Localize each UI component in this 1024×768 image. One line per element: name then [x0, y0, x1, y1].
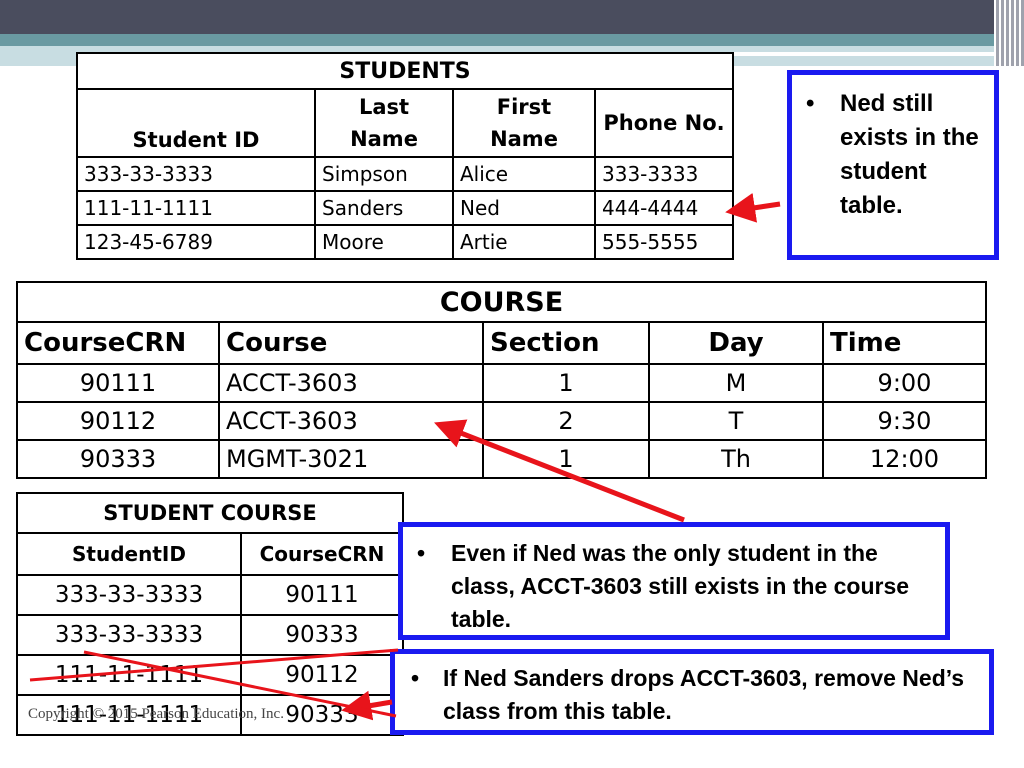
- table-cell: 333-33-3333: [16, 614, 242, 656]
- table-cell: 123-45-6789: [76, 224, 316, 260]
- table-cell: Th: [648, 439, 824, 479]
- table-cell: ACCT-3603: [218, 363, 484, 403]
- table-row: 111-11-1111 Sanders Ned 444-4444: [76, 190, 734, 226]
- column-header: First Name: [452, 88, 596, 158]
- header-bar: [0, 0, 1024, 34]
- callout-course-exists: • Even if Ned was the only student in th…: [398, 522, 950, 640]
- callout-drop: • If Ned Sanders drops ACCT-3603, remove…: [390, 649, 994, 735]
- table-cell: 9:00: [822, 363, 987, 403]
- column-header: CourseCRN: [240, 532, 404, 576]
- table-row: 333-33-3333 90333: [16, 614, 404, 656]
- table-cell: 90333: [240, 614, 404, 656]
- column-header: Section: [482, 321, 650, 365]
- callout-text: Ned still exists in the student table.: [840, 90, 979, 219]
- table-cell: 444-4444: [594, 190, 734, 226]
- table-title: COURSE: [16, 281, 987, 323]
- header-accent-bar: [0, 34, 1024, 46]
- table-cell: Simpson: [314, 156, 454, 192]
- table-row: 90111 ACCT-3603 1 M 9:00: [16, 363, 987, 403]
- table-cell: Moore: [314, 224, 454, 260]
- bullet: •: [411, 665, 420, 691]
- table-cell: ACCT-3603: [218, 401, 484, 441]
- table-row: 111-11-1111 90112: [16, 654, 404, 696]
- callout-text: Even if Ned was the only student in the …: [451, 540, 910, 632]
- table-cell: 90111: [240, 574, 404, 616]
- callout-text: If Ned Sanders drops ACCT-3603, remove N…: [443, 665, 965, 724]
- table-cell: 2: [482, 401, 650, 441]
- table-row: 90112 ACCT-3603 2 T 9:30: [16, 401, 987, 441]
- column-header: CourseCRN: [16, 321, 220, 365]
- table-cell: Ned: [452, 190, 596, 226]
- table-title: STUDENTS: [76, 52, 734, 90]
- table-row: 333-33-3333 Simpson Alice 333-3333: [76, 156, 734, 192]
- table-cell: 1: [482, 363, 650, 403]
- header-stripes: [994, 0, 1024, 66]
- column-header: Phone No.: [594, 88, 734, 158]
- table-cell: 9:30: [822, 401, 987, 441]
- table-cell: 90333: [16, 439, 220, 479]
- column-header: Student ID: [76, 88, 316, 158]
- copyright-text: Copyright © 2015 Pearson Education, Inc.: [28, 706, 284, 722]
- column-header: Day: [648, 321, 824, 365]
- course-table: COURSE CourseCRN Course Section Day Time…: [16, 281, 987, 479]
- arrow-to-students: [725, 192, 781, 223]
- callout-ned-exists: • Ned still exists in the student table.: [787, 70, 999, 260]
- column-header: StudentID: [16, 532, 242, 576]
- table-cell: 12:00: [822, 439, 987, 479]
- table-cell: 111-11-1111: [76, 190, 316, 226]
- column-header: Time: [822, 321, 987, 365]
- column-header: Course: [218, 321, 484, 365]
- table-row: 90333 MGMT-3021 1 Th 12:00: [16, 439, 987, 479]
- table-cell: M: [648, 363, 824, 403]
- table-cell: 1: [482, 439, 650, 479]
- table-cell: Alice: [452, 156, 596, 192]
- bullet: •: [417, 540, 426, 566]
- table-cell: 90112: [16, 401, 220, 441]
- table-cell: MGMT-3021: [218, 439, 484, 479]
- bullet: •: [806, 90, 815, 117]
- table-cell: 333-3333: [594, 156, 734, 192]
- students-table: STUDENTS Student ID Last Name First Name…: [76, 52, 734, 260]
- table-cell: 333-33-3333: [16, 574, 242, 616]
- student-course-table: STUDENT COURSE StudentID CourseCRN 333-3…: [16, 492, 404, 736]
- table-cell: 111-11-1111: [16, 654, 242, 696]
- table-row: 123-45-6789 Moore Artie 555-5555: [76, 224, 734, 260]
- table-cell: 90111: [16, 363, 220, 403]
- table-cell: 555-5555: [594, 224, 734, 260]
- table-title: STUDENT COURSE: [16, 492, 404, 534]
- table-cell: Artie: [452, 224, 596, 260]
- table-cell: T: [648, 401, 824, 441]
- column-header: Last Name: [314, 88, 454, 158]
- table-row: 333-33-3333 90111: [16, 574, 404, 616]
- table-cell: 90112: [240, 654, 404, 696]
- table-cell: Sanders: [314, 190, 454, 226]
- table-cell: 333-33-3333: [76, 156, 316, 192]
